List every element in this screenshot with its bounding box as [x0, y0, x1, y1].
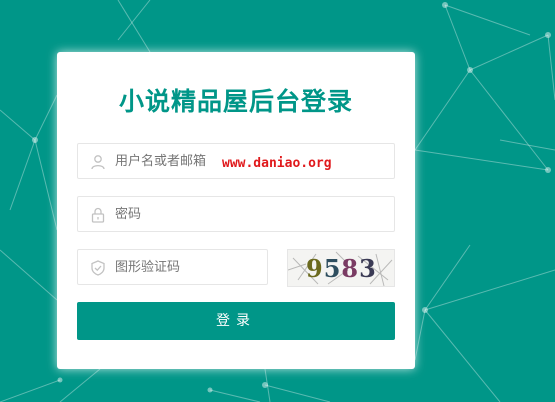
captcha-digit: 3: [359, 254, 377, 283]
page-title: 小说精品屋后台登录: [118, 87, 353, 116]
lock-icon: [91, 207, 105, 223]
password-placeholder: 密码: [115, 207, 142, 222]
password-field[interactable]: 密码: [77, 196, 395, 232]
login-card: 小说精品屋后台登录 用户名或者邮箱 密码 图形验证码 9583 登录: [57, 52, 415, 369]
user-icon: [91, 155, 105, 170]
username-placeholder: 用户名或者邮箱: [115, 154, 207, 169]
captcha-digit: 9: [306, 254, 324, 283]
captcha-image[interactable]: 9583: [287, 249, 395, 287]
captcha-placeholder: 图形验证码: [115, 260, 181, 275]
captcha-digits: 9583: [306, 254, 377, 283]
captcha-digit: 8: [341, 254, 360, 283]
login-button[interactable]: 登录: [77, 302, 395, 340]
shield-icon: [91, 260, 105, 276]
captcha-field[interactable]: 图形验证码: [77, 249, 268, 285]
watermark-text: www.daniao.org: [222, 156, 332, 171]
captcha-digit: 5: [323, 254, 342, 283]
